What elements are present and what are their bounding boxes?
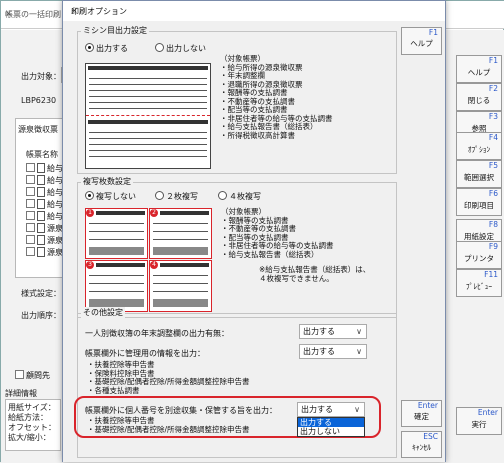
help-button[interactable]: F1 ヘルプ	[456, 55, 502, 83]
copies-four-radio[interactable]: ４枚複写	[218, 191, 261, 202]
document-icon	[37, 199, 45, 209]
my-number-select[interactable]: 出力する ∨	[297, 402, 365, 417]
printer-name: LBP6230	[21, 96, 57, 105]
perforation-preview-image	[85, 63, 211, 169]
copies-group-title: 複写枚数設定	[81, 176, 133, 187]
checkbox[interactable]	[26, 163, 35, 172]
chevron-down-icon: ∨	[356, 327, 362, 336]
dialog-body: ミシン目出力設定 出力する 出力しない （対象帳票） ・給与所得の源泉徴収票 ・…	[63, 21, 445, 462]
checkbox[interactable]	[26, 247, 35, 256]
document-icon	[37, 211, 45, 221]
list-item[interactable]: 源泉	[26, 235, 63, 246]
document-icon	[37, 247, 45, 257]
print-items-button[interactable]: F6 印刷項目	[456, 188, 502, 216]
dialog-close-button[interactable]: ×	[71, 6, 78, 15]
target-label: 出力対象：	[21, 72, 61, 81]
list-item[interactable]: 給与	[26, 187, 63, 198]
my-number-dropdown: 出力する 出力しない	[297, 417, 365, 437]
source-group-label: 源泉徴収票	[18, 125, 58, 134]
option-button[interactable]: F4 ｵﾌﾟｼｮﾝ	[456, 132, 502, 160]
management-info-select[interactable]: 出力する ∨	[299, 344, 367, 359]
document-icon	[37, 187, 45, 197]
document-icon	[37, 175, 45, 185]
list-item[interactable]: 給与	[26, 211, 63, 222]
perforation-target-list: （対象帳票） ・給与所得の源泉徴収票 ・年末調整欄 ・退職所得の源泉徴収票 ・報…	[220, 54, 333, 140]
perforation-group-title: ミシン目出力設定	[81, 25, 149, 36]
printer-button[interactable]: F9 プリンタ	[456, 241, 502, 269]
chevron-down-icon: ∨	[356, 347, 362, 356]
year-end-adjustment-select[interactable]: 出力する ∨	[299, 324, 367, 339]
copy-preview-2: 2	[149, 208, 212, 259]
background-close-button[interactable]: ×	[5, 9, 12, 18]
list-item[interactable]: 給与	[26, 163, 63, 174]
radio-icon	[218, 191, 227, 200]
radio-selected-icon	[85, 43, 94, 52]
checkbox[interactable]	[26, 187, 35, 196]
my-number-list: ・扶養控除等申告書 ・基礎控除/配偶者控除/所得金額調整控除申告書	[87, 416, 250, 434]
range-select-button[interactable]: F5 範囲選択	[456, 160, 502, 188]
cancel-button[interactable]: ESC ｷｬﾝｾﾙ	[401, 431, 442, 458]
year-end-adjustment-label: 一人別徴収簿の年末調整欄の出力有無：	[85, 329, 229, 338]
document-icon	[37, 163, 45, 173]
checkbox[interactable]	[26, 223, 35, 232]
details-label: 詳細情報	[5, 389, 37, 398]
copy-preview-4: 4	[149, 260, 212, 312]
copy-preview-3: 3	[85, 260, 148, 312]
details-box: 用紙サイズ： 給紙方法： オフセット： 拡大/縮小：	[5, 399, 61, 451]
dropdown-option[interactable]: 出力しない	[298, 427, 364, 436]
background-title: 帳票の一括印刷	[5, 10, 61, 19]
confirm-button[interactable]: Enter 確定	[401, 400, 442, 427]
client-checkbox-row[interactable]: 顧問先	[15, 370, 50, 381]
copies-none-radio[interactable]: 複写しない	[85, 191, 136, 202]
close-button[interactable]: F2 閉じる	[456, 83, 502, 111]
dialog-title-bar: 印刷オプション ×	[63, 1, 445, 21]
copies-note: ※給与支払報告書（総括表）は、 ４枚複写できません。	[259, 265, 371, 283]
source-group: 源泉徴収票 帳票名称 給与 給与 給与 給与 給与 源泉 源泉 源泉	[15, 118, 65, 278]
other-settings-title: その他設定	[81, 307, 125, 318]
radio-icon	[155, 191, 164, 200]
perforation-off-radio[interactable]: 出力しない	[155, 43, 206, 54]
dropdown-option[interactable]: 出力する	[298, 418, 364, 427]
list-item[interactable]: 給与	[26, 199, 63, 210]
dialog-title: 印刷オプション	[71, 7, 127, 16]
perforation-on-radio[interactable]: 出力する	[85, 43, 128, 54]
checkbox[interactable]	[26, 199, 35, 208]
dialog-help-button[interactable]: F1 ヘルプ	[401, 27, 442, 55]
document-icon	[37, 223, 45, 233]
checkbox[interactable]	[15, 370, 24, 379]
format-label: 様式設定：	[21, 289, 61, 298]
order-label: 出力順序：	[21, 311, 61, 320]
preview-button[interactable]: F11 ﾌﾟﾚﾋﾞｭｰ	[456, 269, 502, 297]
copies-target-list: （対象帳票） ・報酬等の支払調書 ・不動産等の支払調書 ・配当等の支払調書 ・非…	[221, 207, 334, 259]
list-header: 帳票名称	[26, 150, 58, 159]
print-options-dialog: 印刷オプション × ミシン目出力設定 出力する 出力しない （対象帳票） ・給与…	[62, 0, 446, 462]
checkbox[interactable]	[26, 175, 35, 184]
execute-button[interactable]: Enter 実行	[456, 407, 502, 435]
radio-icon	[155, 43, 164, 52]
checkbox[interactable]	[26, 211, 35, 220]
list-item[interactable]: 源泉	[26, 247, 63, 258]
management-info-list: ・扶養控除等申告書 ・保険料控除申告書 ・基礎控除/配偶者控除/所得金額調整控除…	[87, 360, 250, 395]
chevron-down-icon: ∨	[354, 405, 360, 414]
list-item[interactable]: 源泉	[26, 223, 63, 234]
document-icon	[37, 235, 45, 245]
my-number-label: 帳票欄外に個人番号を別途収集・保管する旨を出力：	[85, 406, 277, 415]
checkbox[interactable]	[26, 235, 35, 244]
list-item[interactable]: 給与	[26, 175, 63, 186]
copies-two-radio[interactable]: ２枚複写	[155, 191, 198, 202]
management-info-label: 帳票欄外に管理用の情報を出力：	[85, 349, 205, 358]
radio-selected-icon	[85, 191, 94, 200]
copy-preview-1: 1	[85, 208, 148, 259]
